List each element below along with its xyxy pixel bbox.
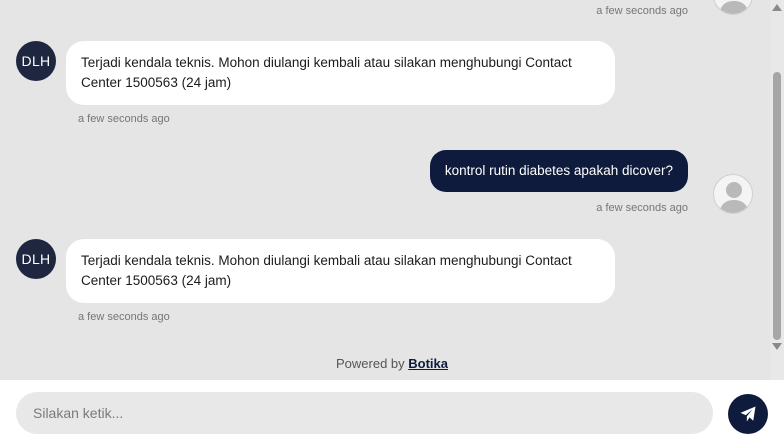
message-composer bbox=[0, 380, 784, 445]
bot-avatar: DLH bbox=[16, 239, 56, 279]
powered-by-prefix: Powered by bbox=[335, 356, 405, 371]
user-avatar bbox=[713, 174, 753, 214]
bot-message-bubble: Terjadi kendala teknis. Mohon diulangi k… bbox=[66, 239, 615, 303]
paper-plane-icon bbox=[740, 406, 756, 422]
message-input[interactable] bbox=[16, 392, 713, 434]
user-silhouette-icon bbox=[719, 1, 749, 14]
send-button[interactable] bbox=[728, 394, 768, 434]
scroll-down-arrow-icon[interactable] bbox=[772, 343, 782, 350]
powered-by-label: Powered by Botika bbox=[0, 356, 770, 371]
scroll-up-arrow-icon[interactable] bbox=[772, 4, 782, 11]
user-silhouette-icon bbox=[719, 182, 749, 213]
user-message-bubble: kontrol rutin diabetes apakah dicover? bbox=[429, 150, 688, 192]
botika-link[interactable]: Botika bbox=[408, 356, 448, 371]
message-timestamp: a few seconds ago bbox=[596, 202, 688, 214]
bot-avatar: DLH bbox=[16, 41, 56, 81]
chat-messages-area[interactable]: a few seconds ago DLH Terjadi kendala te… bbox=[0, 0, 770, 380]
message-timestamp: a few seconds ago bbox=[78, 113, 170, 125]
chat-scrollbar[interactable] bbox=[770, 0, 784, 380]
message-timestamp: a few seconds ago bbox=[78, 311, 170, 323]
user-avatar bbox=[713, 0, 753, 15]
scrollbar-thumb[interactable] bbox=[773, 72, 781, 340]
bot-message-bubble: Terjadi kendala teknis. Mohon diulangi k… bbox=[66, 41, 615, 105]
message-timestamp: a few seconds ago bbox=[596, 5, 688, 17]
